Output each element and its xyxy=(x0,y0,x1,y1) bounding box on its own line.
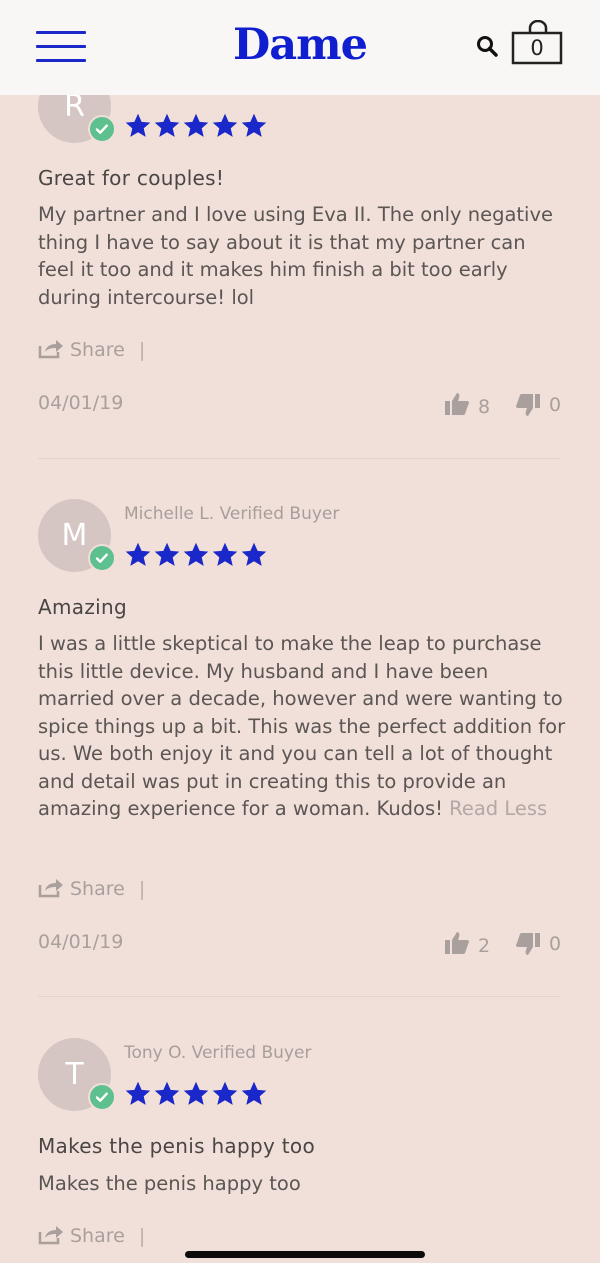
downvote-button[interactable]: 0 xyxy=(515,931,561,957)
verified-check-icon xyxy=(88,544,116,572)
review-date: 04/01/19 xyxy=(38,392,124,414)
home-indicator xyxy=(185,1251,425,1258)
thumbs-down-icon xyxy=(516,933,540,955)
upvote-button[interactable]: 8 xyxy=(444,392,490,418)
upvote-button[interactable]: 2 xyxy=(444,931,490,957)
search-icon[interactable] xyxy=(475,34,501,60)
share-button[interactable]: Share | xyxy=(38,337,145,363)
upvote-count: 2 xyxy=(478,935,491,957)
review-date: 04/01/19 xyxy=(38,931,124,953)
share-label: Share xyxy=(70,339,125,361)
star-icon xyxy=(241,1081,267,1105)
separator: | xyxy=(138,1225,146,1247)
site-logo[interactable]: Dame xyxy=(0,20,600,70)
read-less-link[interactable]: Read Less xyxy=(449,797,547,820)
star-icon xyxy=(212,542,238,566)
reviewer-name-line: Michelle L. Verified Buyer xyxy=(124,504,339,524)
downvote-count: 0 xyxy=(549,394,562,416)
review-body: My partner and I love using Eva II. The … xyxy=(38,203,554,309)
upvote-count: 8 xyxy=(478,396,491,418)
share-icon xyxy=(38,1226,63,1245)
review-title: Amazing xyxy=(38,595,127,619)
verified-buyer-label: Verified Buyer xyxy=(219,504,340,524)
thumbs-up-icon xyxy=(445,932,469,954)
verified-check-icon xyxy=(88,115,116,143)
share-icon xyxy=(38,340,63,359)
thumbs-down-icon xyxy=(516,394,540,416)
review-body-text: I was a little skeptical to make the lea… xyxy=(38,632,566,820)
star-icon xyxy=(212,113,238,137)
reviewer-name-line: Tony O. Verified Buyer xyxy=(124,1043,311,1063)
share-icon xyxy=(38,879,63,898)
shopping-bag-button[interactable]: 0 xyxy=(511,19,565,66)
star-icon xyxy=(125,113,151,137)
review-body: I was a little skeptical to make the lea… xyxy=(38,630,568,823)
verified-buyer-label: Verified Buyer xyxy=(191,1043,312,1063)
star-icon xyxy=(154,1081,180,1105)
site-header: Dame 0 xyxy=(0,0,600,95)
star-rating xyxy=(124,541,274,569)
review-title: Makes the penis happy too xyxy=(38,1134,315,1158)
downvote-count: 0 xyxy=(549,933,562,955)
reviewer-name: Tony O. xyxy=(124,1043,187,1063)
reviewer-name: Michelle L. xyxy=(124,504,215,524)
divider xyxy=(38,996,560,997)
divider xyxy=(38,458,560,459)
separator: | xyxy=(138,339,146,361)
star-rating xyxy=(124,1080,274,1108)
star-icon xyxy=(212,1081,238,1105)
star-icon xyxy=(241,542,267,566)
star-icon xyxy=(125,1081,151,1105)
downvote-button[interactable]: 0 xyxy=(515,392,561,418)
star-icon xyxy=(183,113,209,137)
star-rating xyxy=(124,112,274,140)
star-icon xyxy=(183,1081,209,1105)
share-label: Share xyxy=(70,1225,125,1247)
share-label: Share xyxy=(70,878,125,900)
cart-count: 0 xyxy=(530,36,544,60)
star-icon xyxy=(241,113,267,137)
review-body: Makes the penis happy too xyxy=(38,1172,301,1195)
star-icon xyxy=(183,542,209,566)
star-icon xyxy=(125,542,151,566)
separator: | xyxy=(138,878,146,900)
verified-check-icon xyxy=(88,1083,116,1111)
share-button[interactable]: Share | xyxy=(38,876,145,902)
star-icon xyxy=(154,113,180,137)
share-button[interactable]: Share | xyxy=(38,1223,145,1249)
thumbs-up-icon xyxy=(445,393,469,415)
review-title: Great for couples! xyxy=(38,166,225,190)
star-icon xyxy=(154,542,180,566)
